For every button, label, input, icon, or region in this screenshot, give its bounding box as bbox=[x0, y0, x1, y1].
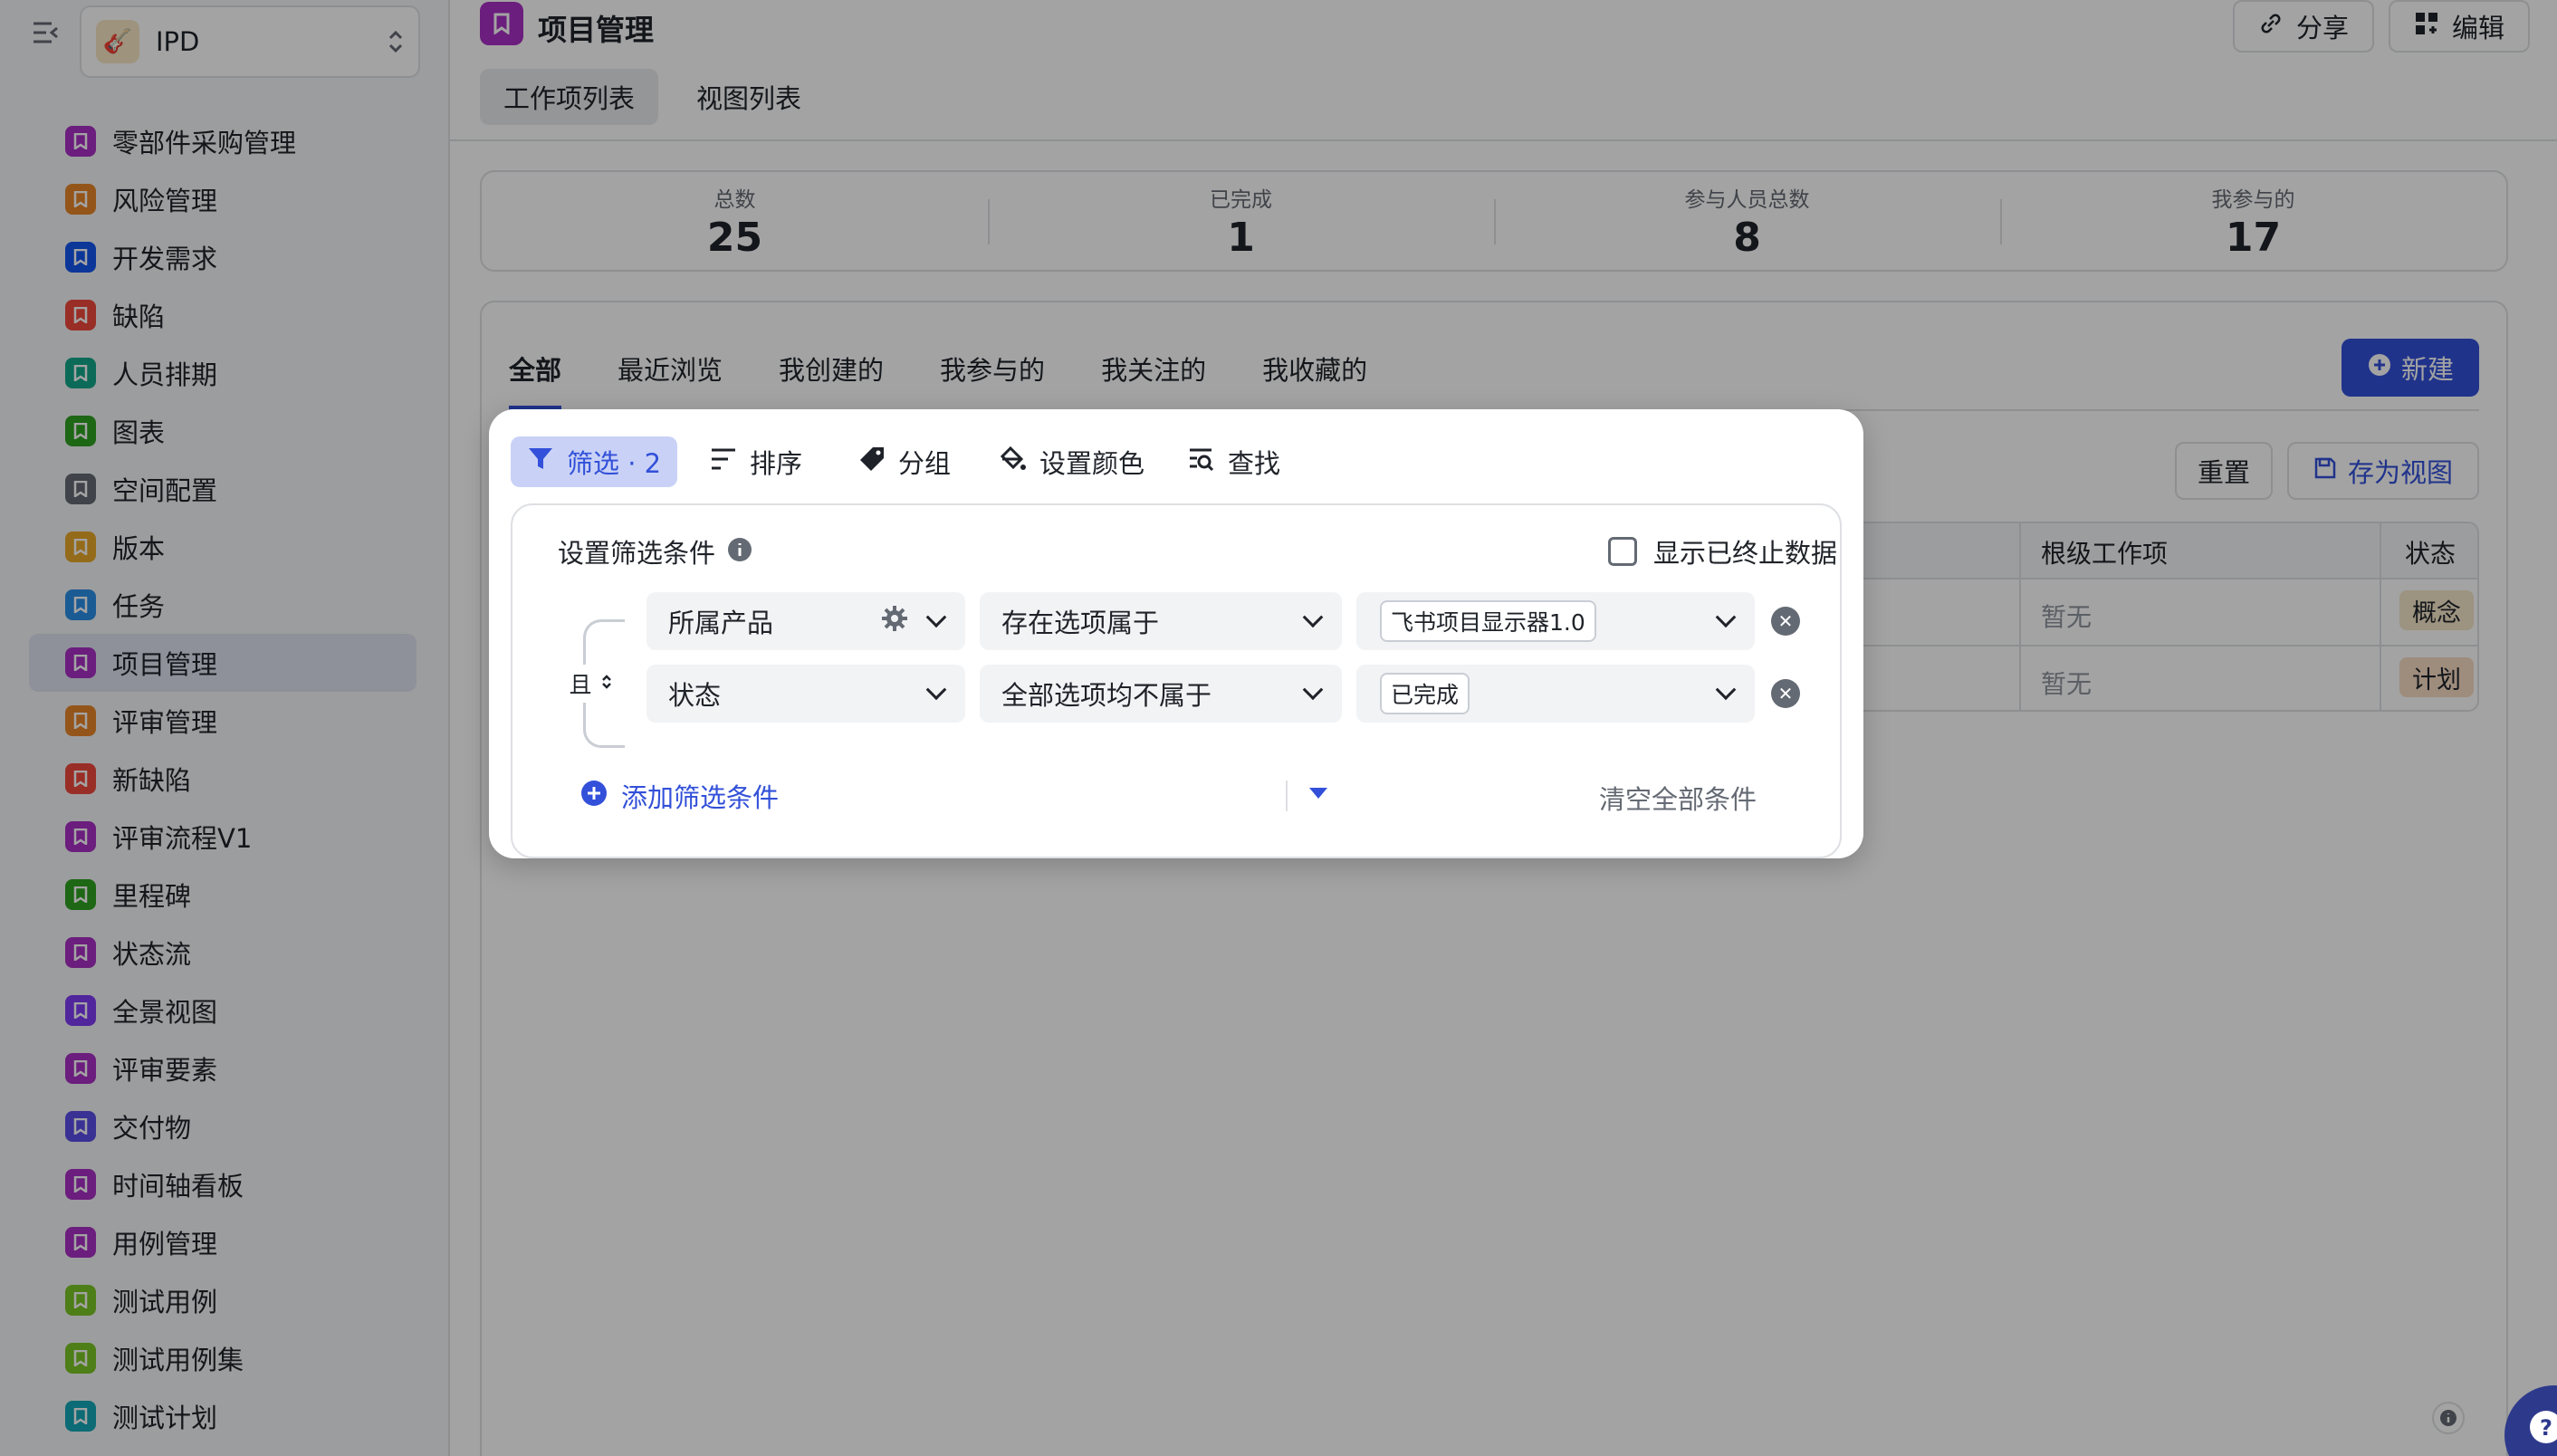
condition-field-select[interactable]: 状态 bbox=[646, 665, 965, 723]
sort-tool-label: 排序 bbox=[750, 448, 803, 479]
value-chip: 已完成 bbox=[1380, 673, 1470, 714]
add-condition-label: 添加筛选条件 bbox=[621, 782, 780, 813]
remove-condition-icon[interactable]: ✕ bbox=[1771, 607, 1800, 636]
condition-field-select[interactable]: 所属产品 bbox=[646, 592, 965, 650]
sort-tool-button[interactable]: 排序 bbox=[694, 436, 819, 487]
chevron-down-icon bbox=[1715, 679, 1737, 701]
chevron-down-icon bbox=[1302, 679, 1324, 701]
chevron-down-icon bbox=[925, 679, 947, 701]
info-icon[interactable] bbox=[726, 536, 753, 567]
find-tool-label: 查找 bbox=[1228, 448, 1281, 479]
color-tool-label: 设置颜色 bbox=[1039, 448, 1145, 479]
condition-operator-select[interactable]: 全部选项均不属于 bbox=[980, 665, 1342, 723]
operator-label: 存在选项属于 bbox=[1001, 608, 1160, 638]
group-tool-label: 分组 bbox=[898, 448, 952, 479]
field-label: 状态 bbox=[668, 680, 722, 711]
caret-down-icon[interactable] bbox=[1307, 786, 1329, 804]
condition-operator-select[interactable]: 存在选项属于 bbox=[980, 592, 1342, 650]
sort-icon bbox=[710, 446, 737, 478]
field-label: 所属产品 bbox=[668, 608, 774, 638]
filter-panel: 设置筛选条件 显示已终止数据 且 所属产品 存在选项属于 飞书项目显示器1.0 … bbox=[511, 503, 1842, 858]
find-icon bbox=[1188, 445, 1215, 479]
svg-text:?: ? bbox=[2540, 1415, 2552, 1441]
filter-icon bbox=[527, 445, 554, 479]
logic-toggle[interactable]: 且 bbox=[554, 665, 627, 703]
show-terminated-checkbox[interactable] bbox=[1608, 537, 1637, 566]
logic-label: 且 bbox=[569, 672, 592, 698]
find-tool-button[interactable]: 查找 bbox=[1172, 436, 1297, 487]
value-chip: 飞书项目显示器1.0 bbox=[1380, 600, 1596, 642]
gear-icon[interactable] bbox=[880, 604, 909, 639]
filter-popup: 筛选 · 2 排序 分组 设置颜色 查找 设置筛选条件 显示已终止数据 且 所属… bbox=[489, 409, 1863, 858]
clear-all-button[interactable]: 清空全部条件 bbox=[1599, 779, 1757, 817]
operator-label: 全部选项均不属于 bbox=[1001, 680, 1212, 711]
filter-title: 设置筛选条件 bbox=[558, 538, 716, 569]
chevron-down-icon bbox=[925, 607, 947, 628]
condition-value-select[interactable]: 已完成 bbox=[1356, 665, 1755, 723]
remove-condition-icon[interactable]: ✕ bbox=[1771, 679, 1800, 708]
color-tool-button[interactable]: 设置颜色 bbox=[983, 436, 1161, 487]
filter-tool-label: 筛选 · 2 bbox=[567, 448, 662, 479]
show-terminated-label: 显示已终止数据 bbox=[1653, 538, 1838, 569]
filter-title-row: 设置筛选条件 bbox=[558, 532, 753, 570]
group-tool-button[interactable]: 分组 bbox=[842, 436, 967, 487]
add-condition-button[interactable]: 添加筛选条件 bbox=[579, 777, 779, 815]
chevron-updown-icon bbox=[601, 673, 612, 694]
condition-value-select[interactable]: 飞书项目显示器1.0 bbox=[1356, 592, 1755, 650]
filter-tool-button[interactable]: 筛选 · 2 bbox=[511, 436, 678, 487]
add-divider bbox=[1286, 781, 1288, 811]
plus-circle-icon bbox=[579, 779, 608, 814]
chevron-down-icon bbox=[1302, 607, 1324, 628]
paint-bucket-icon bbox=[1000, 445, 1027, 479]
show-terminated-toggle[interactable]: 显示已终止数据 bbox=[1608, 532, 1837, 570]
chevron-down-icon bbox=[1715, 607, 1737, 628]
tag-icon bbox=[858, 445, 886, 479]
